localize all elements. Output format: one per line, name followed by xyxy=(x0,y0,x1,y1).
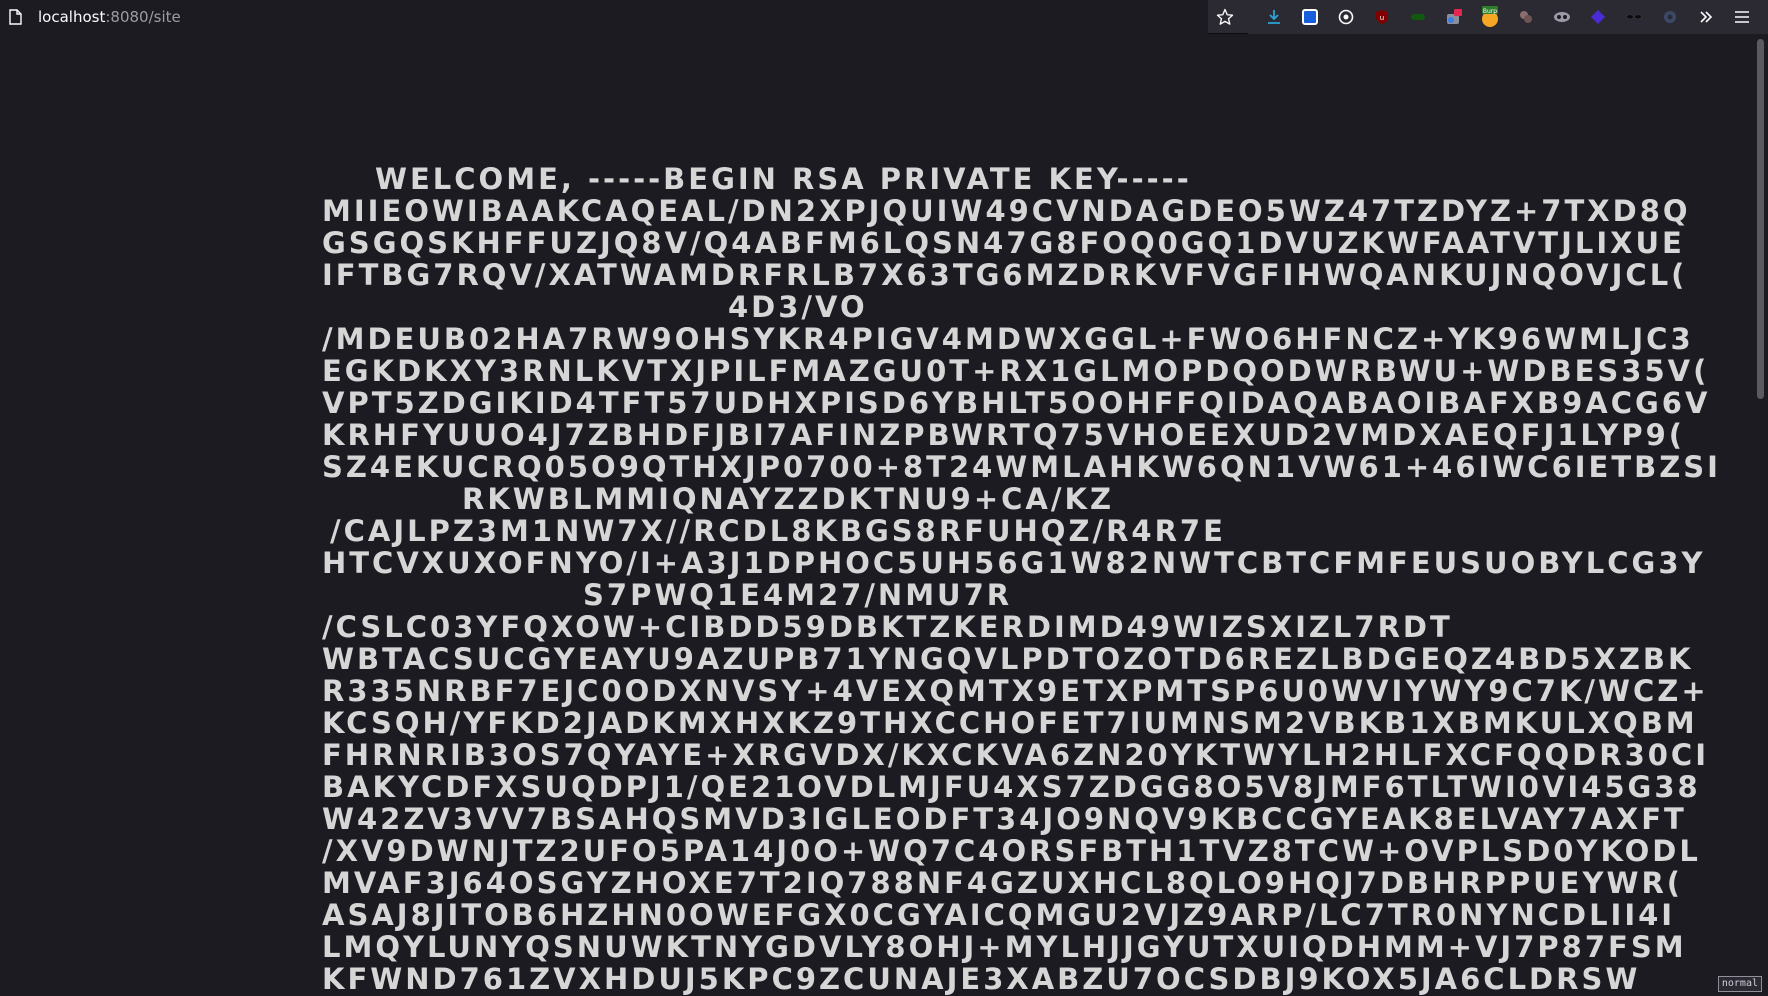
key-line: MVAF3J64OSGYZHOXE7T2IQ788NF4GZUXHCL8QLO9… xyxy=(322,866,1684,900)
key-line: ASAJ8JITOB6HZHN0OWEFGX0CGYAICQMGU2VJZ9AR… xyxy=(322,898,1676,932)
download-icon[interactable] xyxy=(1256,0,1292,34)
key-line: /MDEUB02HA7RW9OHSYKR4PIGV4MDWXGGL+FWO6HF… xyxy=(322,322,1694,356)
key-line: LMQYLUNYQSNUWKTNYGDVLY8OHJ+MYLHJJGYUTXUI… xyxy=(322,930,1687,964)
key-line: W42ZV3VV7BSAHQSMVD3IGLEODFT34JO9NQV9KBCC… xyxy=(322,802,1687,836)
mustache-icon[interactable] xyxy=(1616,0,1652,34)
key-line: VPT5ZDGIKID4TFT57UDHXPISD6YBHLT5OOHFFQID… xyxy=(322,386,1711,420)
multi-account-icon[interactable] xyxy=(1436,0,1472,34)
extensions-area: u Burp xyxy=(1248,0,1768,34)
key-line: KRHFYUUO4J7ZBHDFJBI7AFINZPBWRTQ75VHOEEXU… xyxy=(322,418,1686,452)
settings-extension-icon[interactable] xyxy=(1652,0,1688,34)
scrollbar-thumb[interactable] xyxy=(1757,39,1764,399)
url-host: localhost xyxy=(38,7,106,26)
purple-extension-icon[interactable] xyxy=(1580,0,1616,34)
browser-toolbar: localhost:8080/site u Burp xyxy=(0,0,1768,34)
ublock-icon[interactable]: u xyxy=(1364,0,1400,34)
key-line: RKWBLMMIQNAYZZDKTNU9+CA/KZ xyxy=(462,482,1114,516)
key-line: S7PWQ1E4M27/NMU7R xyxy=(583,578,1013,612)
foxyproxy-icon[interactable] xyxy=(1544,0,1580,34)
burp-icon[interactable]: Burp xyxy=(1472,0,1508,34)
key-content: WELCOME, -----BEGIN RSA PRIVATE KEY-----… xyxy=(322,163,1752,995)
key-line: /CAJLPZ3M1NW7X//RCDL8KBGS8RFUHQZ/R4R7E xyxy=(330,514,1226,548)
key-line: R335NRBF7EJC0ODXNVSY+4VEXQMTX9ETXPMTSP6U… xyxy=(322,674,1709,708)
key-line: BAKYCDFXSUQDPJ1/QE21OVDLMJFU4XS7ZDGG8O5V… xyxy=(322,770,1701,804)
welcome-line: WELCOME, -----BEGIN RSA PRIVATE KEY----- xyxy=(375,162,1192,196)
key-line: FHRNRIB3OS7QYAYE+XRGVDX/KXCKVA6ZN20YKTWY… xyxy=(322,738,1710,772)
address-bar[interactable]: localhost:8080/site xyxy=(0,0,1208,34)
bookmark-star-icon[interactable] xyxy=(1208,0,1242,34)
url-path: :8080/site xyxy=(105,7,181,26)
key-line: KFWND761ZVXHDUJ5KPC9ZCUNAJE3XABZU7OCSDBJ… xyxy=(322,962,1641,996)
key-line: WBTACSUCGYEAYU9AZUPB71YNGQVLPDTOZOTD6REZ… xyxy=(322,642,1694,676)
svg-text:u: u xyxy=(1380,14,1384,22)
key-line: KCSQH/YFKD2JADKMXHXKZ9THXCCHOFET7IUMNSM2… xyxy=(322,706,1698,740)
page-icon xyxy=(8,8,22,25)
key-line: EGKDKXY3RNLKVTXJPILFMAZGU0T+RX1GLMOPDQOD… xyxy=(322,354,1710,388)
menu-icon[interactable] xyxy=(1724,0,1760,34)
key-line: MIIEOWIBAAKCAQEAL/DN2XPJQUIW49CVNDAGDEO5… xyxy=(322,194,1691,228)
dark-reader-icon[interactable] xyxy=(1328,0,1364,34)
burp-label: Burp xyxy=(1483,8,1497,15)
page-viewport: WELCOME, -----BEGIN RSA PRIVATE KEY-----… xyxy=(0,35,1752,996)
bitwarden-icon[interactable] xyxy=(1292,0,1328,34)
green-extension-icon[interactable] xyxy=(1400,0,1436,34)
key-line: /XV9DWNJTZ2UFO5PA14J0O+WQ7C4ORSFBTH1TVZ8… xyxy=(322,834,1701,868)
key-line: IFTBG7RQV/XATWAMDRFRLB7X63TG6MZDRKVFVGFI… xyxy=(322,258,1688,292)
key-line: GSGQSKHFFUZJQ8V/Q4ABFM6LQSN47G8FOQ0GQ1DV… xyxy=(322,226,1685,260)
key-line: HTCVXUXOFNYO/I+A3J1DPHOC5UH56G1W82NWTCBT… xyxy=(322,546,1706,580)
key-line: 4D3/VO xyxy=(728,290,868,324)
cookie-icon[interactable] xyxy=(1508,0,1544,34)
key-line: /CSLC03YFQXOW+CIBDD59DBKTZKERDIMD49WIZSX… xyxy=(322,610,1453,644)
overflow-chevron-icon[interactable] xyxy=(1688,0,1724,34)
key-line: SZ4EKUCRQ05O9QTHXJP0700+8T24WMLAHKW6QN1V… xyxy=(322,450,1721,484)
mode-badge: normal xyxy=(1717,976,1762,992)
vertical-scrollbar[interactable] xyxy=(1752,35,1768,996)
